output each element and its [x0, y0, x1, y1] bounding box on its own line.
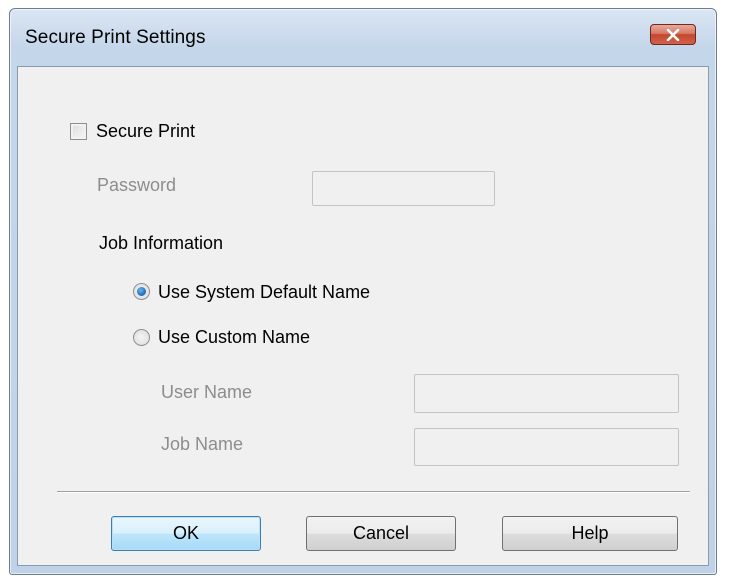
radio-selected-dot: [137, 287, 146, 296]
use-custom-name-radio[interactable]: [133, 329, 150, 346]
secure-print-label[interactable]: Secure Print: [96, 121, 195, 142]
cancel-button[interactable]: Cancel: [306, 516, 456, 551]
dialog-title: Secure Print Settings: [25, 27, 206, 48]
job-name-field[interactable]: [414, 428, 679, 466]
job-information-heading: Job Information: [99, 233, 224, 253]
use-custom-name-label[interactable]: Use Custom Name: [158, 327, 310, 348]
job-name-label: Job Name: [161, 434, 244, 454]
user-name-label: User Name: [161, 382, 253, 402]
close-button[interactable]: [650, 24, 696, 45]
password-field[interactable]: [312, 171, 495, 206]
secure-print-checkbox[interactable]: [70, 123, 87, 140]
close-icon: [666, 28, 680, 41]
ok-button[interactable]: OK: [111, 516, 261, 551]
use-system-default-name-radio[interactable]: [133, 283, 150, 300]
user-name-field[interactable]: [414, 374, 679, 413]
button-separator: [57, 491, 690, 493]
use-system-default-name-label[interactable]: Use System Default Name: [158, 282, 370, 303]
help-button[interactable]: Help: [502, 516, 678, 551]
password-label: Password: [97, 175, 177, 195]
